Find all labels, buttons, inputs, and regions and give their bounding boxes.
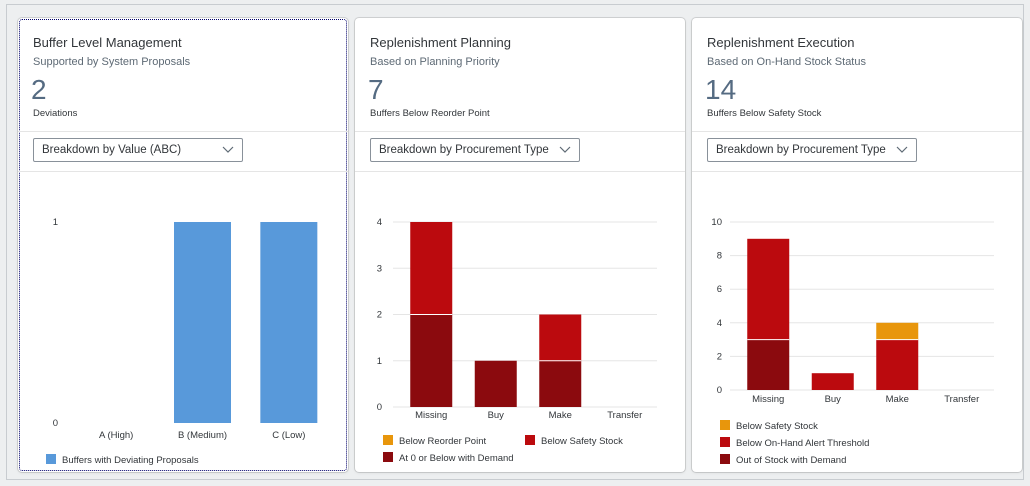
legend-item: At 0 or Below with Demand bbox=[383, 452, 514, 464]
legend-item: Out of Stock with Demand bbox=[720, 454, 846, 466]
y-tick-label: 4 bbox=[377, 217, 382, 228]
card-buffer-level-management[interactable]: Buffer Level Management Supported by Sys… bbox=[18, 18, 348, 472]
x-category-label: Transfer bbox=[944, 394, 979, 405]
bar-segment bbox=[539, 314, 582, 361]
legend-label: Out of Stock with Demand bbox=[736, 455, 847, 466]
legend-swatch bbox=[525, 435, 535, 445]
legend-item: Below Safety Stock bbox=[525, 435, 623, 447]
x-category-label: Transfer bbox=[607, 410, 642, 421]
x-category-label: Make bbox=[886, 394, 909, 405]
bar-segment bbox=[747, 339, 790, 390]
card-replenishment-execution[interactable]: Replenishment Execution Based on On-Hand… bbox=[692, 18, 1022, 472]
y-tick-label: 0 bbox=[717, 385, 722, 396]
y-tick-label: 2 bbox=[377, 310, 382, 321]
legend-label: Buffers with Deviating Proposals bbox=[62, 455, 199, 466]
y-tick-label: 0 bbox=[53, 418, 58, 429]
y-tick-label: 3 bbox=[377, 263, 382, 274]
x-category-label: C (Low) bbox=[272, 430, 305, 441]
card-replenishment-planning[interactable]: Replenishment Planning Based on Planning… bbox=[355, 18, 685, 472]
legend-label: Below Reorder Point bbox=[399, 436, 487, 447]
x-category-label: A (High) bbox=[99, 430, 133, 441]
y-tick-label: 1 bbox=[53, 217, 58, 228]
legend-swatch bbox=[383, 435, 393, 445]
bar-segment bbox=[747, 238, 790, 340]
x-category-label: Buy bbox=[488, 410, 505, 421]
y-tick-label: 8 bbox=[717, 251, 722, 262]
x-category-label: Missing bbox=[415, 410, 447, 421]
legend-swatch bbox=[720, 420, 730, 430]
y-tick-label: 0 bbox=[377, 402, 382, 413]
y-tick-label: 10 bbox=[711, 217, 722, 228]
legend-swatch bbox=[720, 437, 730, 447]
bar-segment bbox=[474, 360, 517, 407]
legend-label: At 0 or Below with Demand bbox=[399, 453, 514, 464]
bar-segment bbox=[410, 314, 453, 407]
legend-label: Below Safety Stock bbox=[541, 436, 623, 447]
stacked-bar-chart: 0 1 2 3 4 Missing Buy Make Transfer bbox=[377, 217, 657, 421]
legend-item: Below Reorder Point bbox=[383, 435, 486, 447]
x-category-label: Make bbox=[549, 410, 572, 421]
y-tick-label: 4 bbox=[717, 318, 722, 329]
legend-swatch bbox=[720, 454, 730, 464]
bar-segment bbox=[410, 222, 453, 315]
stacked-bar-chart: 0 2 4 6 8 10 Missing Buy Make Transfer bbox=[711, 217, 994, 405]
bar-segment bbox=[876, 339, 919, 390]
overview-page: Buffer Level Management Supported by Sys… bbox=[6, 4, 1024, 480]
x-category-label: B (Medium) bbox=[178, 430, 227, 441]
y-tick-label: 6 bbox=[717, 284, 722, 295]
legend-label: Below Safety Stock bbox=[736, 421, 818, 432]
bar-segment bbox=[811, 373, 854, 390]
bar-chart: 0 1 A (High) B (Medium) C (Low) bbox=[53, 217, 332, 441]
bar-segment bbox=[876, 322, 919, 340]
legend-item: Below On-Hand Alert Threshold bbox=[720, 437, 869, 449]
legend-swatch bbox=[383, 452, 393, 462]
bar-segment bbox=[260, 222, 318, 423]
legend-swatch bbox=[46, 454, 56, 464]
x-category-label: Missing bbox=[752, 394, 784, 405]
bar-segment bbox=[539, 360, 582, 407]
bar-segment bbox=[174, 222, 231, 423]
legend-item: Buffers with Deviating Proposals bbox=[46, 454, 199, 466]
legend-item: Below Safety Stock bbox=[720, 420, 818, 432]
y-tick-label: 1 bbox=[377, 356, 382, 367]
x-category-label: Buy bbox=[825, 394, 842, 405]
y-tick-label: 2 bbox=[717, 351, 722, 362]
legend-label: Below On-Hand Alert Threshold bbox=[736, 438, 870, 449]
